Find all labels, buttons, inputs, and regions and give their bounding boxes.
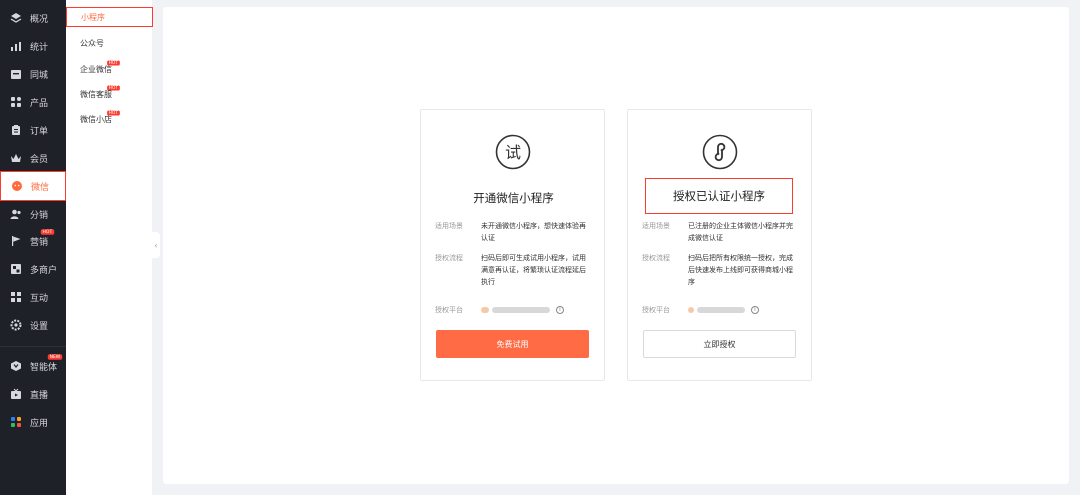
flow-text: 扫码后把所有权限统一授权，完成后快速发布上线即可获得商城小程序 <box>688 254 793 286</box>
hot-badge: HOT <box>107 85 120 91</box>
nav-item-distribution[interactable]: 分销 <box>0 200 66 228</box>
flow-label: 授权流程 <box>435 254 463 262</box>
platform-value: i <box>481 304 590 316</box>
platform-label: 授权平台 <box>642 306 670 314</box>
robot-icon <box>10 360 22 372</box>
main-content: 试 开通微信小程序 适用场景 未开通微信小程序，想快速体验再认证 授权流程 扫码… <box>163 7 1069 484</box>
colorful-grid-icon <box>10 416 22 428</box>
miniprogram-icon <box>702 134 738 170</box>
apps-icon <box>10 291 22 303</box>
nav-item-local[interactable]: 同城 <box>0 60 66 88</box>
main-sidebar: 概况 统计 同城 产品 订单 会员 微信 分销 营销 HOT 多商户 互动 设置… <box>0 0 66 495</box>
hot-badge: HOT <box>40 229 55 235</box>
flow-row: 授权流程 扫码后即可生成试用小程序，试用满意再认证，将繁琐认证流程延后执行 <box>435 252 590 288</box>
authorize-miniprogram-card: 授权已认证小程序 适用场景 已注册的企业主体微信小程序并完成微信认证 授权流程 … <box>627 109 812 381</box>
platform-row: 授权平台 i <box>642 304 797 316</box>
nav-label: 互动 <box>30 293 49 304</box>
nav-item-members[interactable]: 会员 <box>0 144 66 172</box>
submenu-item-wecom[interactable]: 企业微信 HOT <box>66 59 152 79</box>
free-trial-button[interactable]: 免费试用 <box>436 330 589 358</box>
nav-item-settings[interactable]: 设置 <box>0 311 66 339</box>
trial-miniprogram-card: 试 开通微信小程序 适用场景 未开通微信小程序，想快速体验再认证 授权流程 扫码… <box>420 109 605 381</box>
nav-label: 微信 <box>31 182 50 193</box>
scene-text: 已注册的企业主体微信小程序并完成微信认证 <box>688 222 793 242</box>
nav-label: 直播 <box>30 390 49 401</box>
flow-row: 授权流程 扫码后把所有权限统一授权，完成后快速发布上线即可获得商城小程序 <box>642 252 797 288</box>
users-icon <box>10 208 22 220</box>
nav-item-apps[interactable]: 应用 <box>0 408 66 436</box>
info-icon[interactable]: i <box>751 306 759 314</box>
chart-icon <box>10 40 22 52</box>
trial-icon: 试 <box>495 134 531 170</box>
scene-row: 适用场景 已注册的企业主体微信小程序并完成微信认证 <box>642 220 797 244</box>
nav-item-stats[interactable]: 统计 <box>0 32 66 60</box>
nav-label: 分销 <box>30 210 49 221</box>
tv-icon <box>10 388 22 400</box>
authorize-now-button[interactable]: 立即授权 <box>643 330 796 358</box>
scene-label: 适用场景 <box>435 222 463 230</box>
nav-label: 同城 <box>30 70 49 81</box>
scene-label: 适用场景 <box>642 222 670 230</box>
chevron-left-icon: ‹ <box>154 240 158 250</box>
nav-label: 概况 <box>30 14 49 25</box>
scene-text: 未开通微信小程序，想快速体验再认证 <box>481 222 586 242</box>
gear-icon <box>10 319 22 331</box>
flow-text: 扫码后即可生成试用小程序，试用满意再认证，将繁琐认证流程延后执行 <box>481 254 586 286</box>
card-title: 授权已认证小程序 <box>645 178 793 214</box>
nav-label: 统计 <box>30 42 49 53</box>
nav-label: 会员 <box>30 154 49 165</box>
submenu-item-wechat-service[interactable]: 微信客服 HOT <box>66 84 152 104</box>
submenu-item-official-account[interactable]: 公众号 <box>66 33 152 53</box>
shop-icon <box>10 263 22 275</box>
platform-row: 授权平台 i <box>435 304 590 316</box>
submenu-item-miniprogram[interactable]: 小程序 <box>66 7 153 27</box>
nav-item-marketing[interactable]: 营销 HOT <box>0 227 66 255</box>
new-badge: NEW <box>47 354 63 360</box>
platform-value: i <box>688 304 797 316</box>
collapse-submenu-button[interactable]: ‹ <box>152 232 160 258</box>
submenu-label: 公众号 <box>80 38 104 48</box>
nav-label: 多商户 <box>30 265 58 276</box>
layers-icon <box>10 12 22 24</box>
clipboard-icon <box>10 124 22 136</box>
nav-label: 设置 <box>30 321 49 332</box>
hot-badge: HOT <box>107 110 120 116</box>
card-title: 开通微信小程序 <box>473 191 554 205</box>
nav-label: 智能体 <box>30 362 58 373</box>
nav-item-wechat[interactable]: 微信 <box>0 171 66 201</box>
crown-icon <box>10 152 22 164</box>
info-icon[interactable]: i <box>556 306 564 314</box>
flow-label: 授权流程 <box>642 254 670 262</box>
flag-icon <box>10 235 22 247</box>
wechat-submenu: 小程序 公众号 企业微信 HOT 微信客服 HOT 微信小店 HOT <box>66 0 153 495</box>
grid-icon <box>10 96 22 108</box>
nav-item-overview[interactable]: 概况 <box>0 4 66 32</box>
nav-item-live[interactable]: 直播 <box>0 380 66 408</box>
hot-badge: HOT <box>107 60 120 66</box>
submenu-label: 小程序 <box>81 12 105 22</box>
nav-item-products[interactable]: 产品 <box>0 88 66 116</box>
nav-label: 应用 <box>30 418 49 429</box>
nav-divider <box>0 346 66 347</box>
submenu-item-wechat-store[interactable]: 微信小店 HOT <box>66 109 152 129</box>
nav-label: 订单 <box>30 126 49 137</box>
nav-label: 产品 <box>30 98 49 109</box>
nav-item-interaction[interactable]: 互动 <box>0 283 66 311</box>
wechat-icon <box>11 180 23 192</box>
trial-icon-glyph: 试 <box>505 143 521 162</box>
nav-item-multi-merchant[interactable]: 多商户 <box>0 255 66 283</box>
nav-item-orders[interactable]: 订单 <box>0 116 66 144</box>
scene-row: 适用场景 未开通微信小程序，想快速体验再认证 <box>435 220 590 244</box>
nav-item-agent[interactable]: 智能体 NEW <box>0 352 66 380</box>
store-icon <box>10 68 22 80</box>
platform-label: 授权平台 <box>435 306 463 314</box>
nav-label: 营销 <box>30 237 49 248</box>
